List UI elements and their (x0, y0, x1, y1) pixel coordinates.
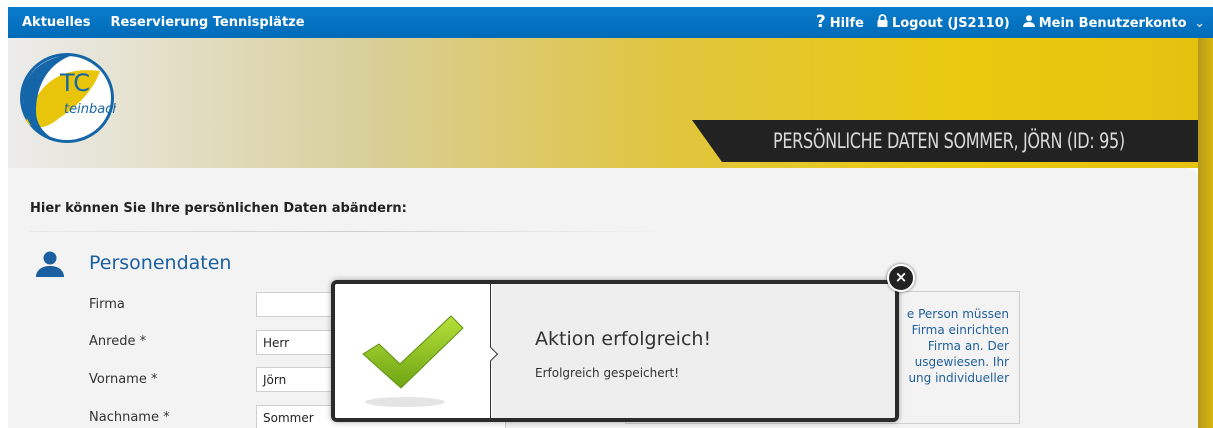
nav-right: ? Hilfe Logout (JS2110) Mein Benutzerkont… (815, 11, 1205, 32)
checkmark-icon (362, 315, 464, 407)
dialog-icon-panel (335, 284, 491, 418)
chevron-down-icon: ⌄ (1194, 15, 1205, 31)
nav-left: Aktuelles Reservierung Tennisplätze (22, 15, 305, 30)
dialog-title: Aktion erfolgreich! (535, 328, 712, 350)
success-dialog: Aktion erfolgreich! Erfolgreich gespeich… (331, 280, 899, 422)
label-nachname: Nachname * (89, 410, 170, 425)
nav-hilfe-label: Hilfe (829, 15, 864, 31)
label-firma: Firma (89, 297, 125, 312)
label-anrede: Anrede * (89, 334, 147, 349)
nav-logout[interactable]: Logout (JS2110) (877, 14, 1010, 31)
close-icon[interactable]: × (887, 264, 915, 292)
section-title: Personendaten (89, 252, 232, 274)
dialog-message: Erfolgreich gespeichert! (535, 366, 680, 380)
top-nav-bar: Aktuelles Reservierung Tennisplätze ? Hil… (8, 7, 1213, 38)
nav-hilfe[interactable]: ? Hilfe (815, 11, 864, 32)
divider (30, 231, 670, 232)
page-title: PERSÖNLICHE DATEN SOMMER, JÖRN (ID: 95) (773, 129, 1125, 153)
nav-benutzerkonto[interactable]: Mein Benutzerkonto ⌄ (1022, 14, 1205, 31)
club-logo[interactable]: TC teinbach (18, 51, 116, 145)
user-icon (1022, 14, 1035, 27)
page-edge (1198, 38, 1213, 428)
nav-benutzerkonto-label: Mein Benutzerkonto (1038, 15, 1187, 31)
label-vorname: Vorname * (89, 372, 158, 387)
logo-text-bottom: teinbach (64, 102, 116, 117)
nav-logout-label: Logout (JS2110) (891, 16, 1010, 31)
nav-reservierung[interactable]: Reservierung Tennisplätze (110, 15, 304, 30)
lock-icon (877, 14, 888, 27)
dialog-message-panel (492, 284, 895, 418)
help-icon: ? (815, 11, 826, 32)
intro-text: Hier können Sie Ihre persönlichen Daten … (30, 201, 407, 216)
logo-text-top: TC (59, 69, 90, 97)
user-icon (36, 251, 64, 277)
nav-aktuelles[interactable]: Aktuelles (22, 15, 90, 30)
